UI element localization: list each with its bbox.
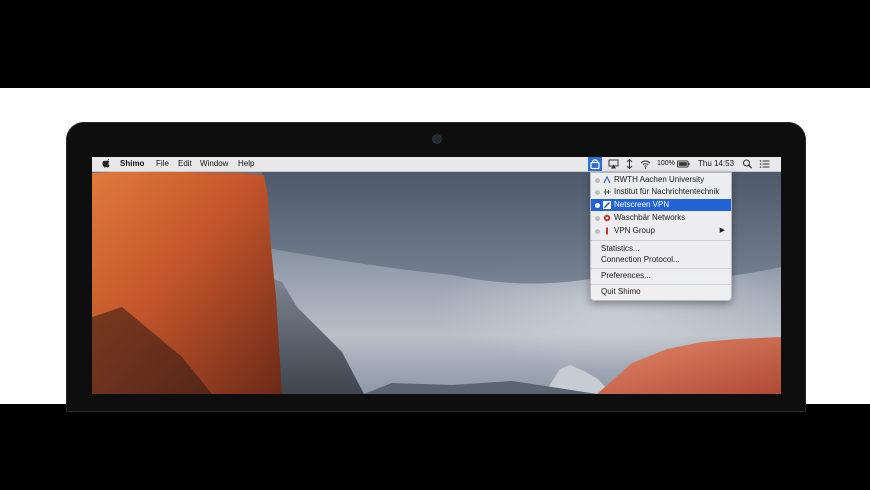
mac-menu-bar: Shimo File Edit Window Help 100% Thu 14:… [92,157,781,172]
ient-logo-icon [603,189,611,195]
menu-separator [591,268,731,269]
status-dot [595,190,600,195]
status-dot [595,229,600,234]
shimo-icon [590,159,600,170]
menu-item-vpn-group[interactable]: VPN Group ▶ [591,225,731,237]
notification-center-icon[interactable] [759,159,770,169]
menu-separator [591,240,731,241]
menu-window[interactable]: Window [200,159,228,169]
camera-icon [433,135,441,143]
menu-item-label: Waschbär Networks [614,213,686,222]
menu-item-label: Netscreen VPN [614,200,670,209]
submenu-arrow-icon: ▶ [719,227,725,234]
grey-ridge [267,277,364,394]
battery-icon[interactable] [677,159,690,169]
menu-item-label: Preferences... [601,271,651,280]
menu-item-netscreen[interactable]: Netscreen VPN [591,199,731,211]
right-cliffs [597,337,781,394]
shimo-status-item[interactable] [588,157,602,171]
apple-menu-icon[interactable] [102,158,110,168]
menu-item-label: Connection Protocol... [601,255,680,264]
status-dot [595,178,600,183]
menu-item-label: VPN Group [614,226,655,235]
waschbaer-logo-icon [603,214,611,222]
menu-item-rwth[interactable]: RWTH Aachen University [591,174,731,186]
spotlight-icon[interactable] [742,159,753,169]
menu-item-label: RWTH Aachen University [614,175,705,184]
netscreen-logo-icon [603,201,611,209]
menu-item-connection-protocol[interactable]: Connection Protocol... [591,254,731,266]
status-dot [595,216,600,221]
menu-item-label: Institut für Nachrichtentechnik [614,187,720,196]
transfer-icon[interactable] [624,159,635,169]
menu-file[interactable]: File [156,159,169,169]
menu-item-quit[interactable]: Quit Shimo [591,286,731,298]
menu-item-waschbaer[interactable]: Waschbär Networks [591,212,731,224]
menu-item-label: Quit Shimo [601,287,641,296]
battery-percent: 100% [657,160,675,167]
menu-item-preferences[interactable]: Preferences... [591,270,731,282]
menubar-clock[interactable]: Thu 14:53 [698,159,734,169]
vpn-group-icon [606,227,608,235]
menu-separator [591,284,731,285]
app-menu-shimo[interactable]: Shimo [120,159,144,169]
connected-dot [595,203,600,208]
airplay-icon[interactable] [608,159,619,169]
menu-item-ient[interactable]: Institut für Nachrichtentechnik [591,186,731,198]
menu-edit[interactable]: Edit [178,159,192,169]
rwth-logo-icon [603,176,611,184]
wifi-icon[interactable] [640,159,651,169]
menu-help[interactable]: Help [238,159,254,169]
shimo-dropdown-menu: RWTH Aachen University Institut für Nach… [590,172,732,301]
